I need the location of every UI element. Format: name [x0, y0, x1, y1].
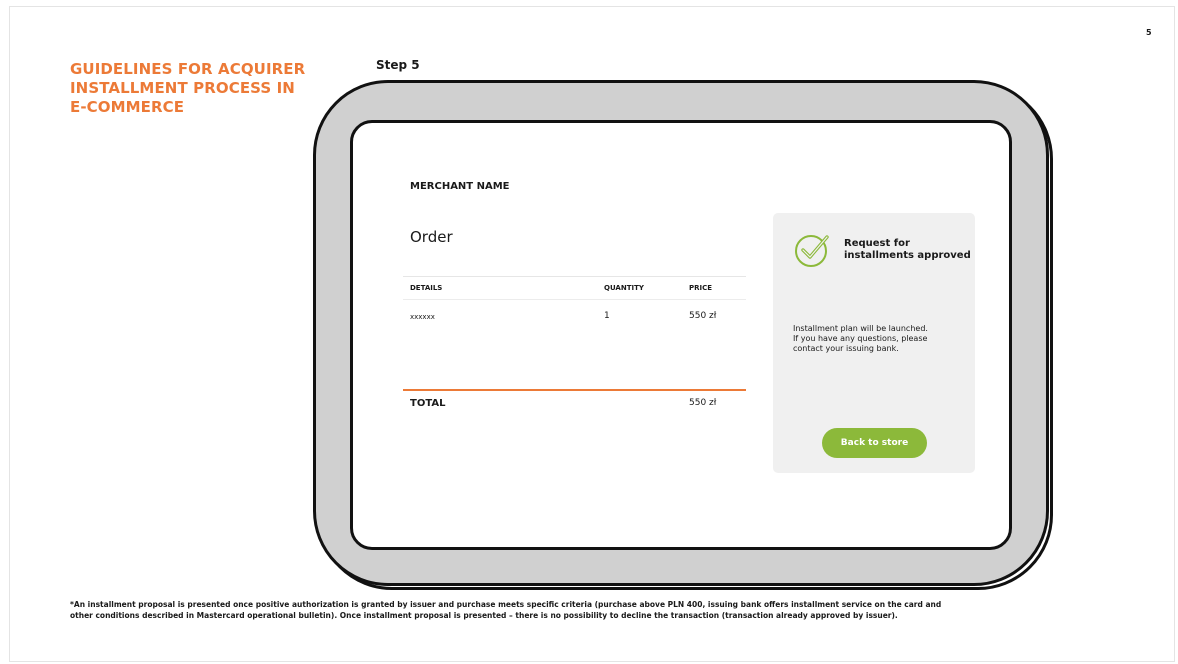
column-header-price: PRICE — [689, 284, 713, 292]
column-header-quantity: QUANTITY — [604, 284, 644, 292]
table-cell-quantity: 1 — [604, 311, 610, 321]
approval-title: Request for installments approved — [844, 238, 971, 261]
page-title: GUIDELINES FOR ACQUIRER INSTALLMENT PROC… — [70, 60, 306, 116]
total-value: 550 zł — [689, 398, 717, 408]
table-top-divider — [403, 276, 746, 277]
table-header-divider — [403, 299, 746, 300]
check-circle-icon — [795, 235, 829, 267]
back-to-store-button[interactable]: Back to store — [822, 428, 927, 458]
order-heading: Order — [410, 228, 453, 246]
column-header-details: DETAILS — [410, 284, 443, 292]
footnote: *An installment proposal is presented on… — [70, 600, 942, 620]
step-label: Step 5 — [376, 58, 420, 72]
merchant-name: MERCHANT NAME — [410, 181, 510, 192]
table-cell-price: 550 zł — [689, 311, 717, 321]
page-number: 5 — [1146, 28, 1152, 37]
table-cell-details: xxxxxx — [410, 313, 435, 321]
total-label: TOTAL — [410, 398, 446, 409]
total-divider — [403, 389, 746, 391]
approval-message: Installment plan will be launched. If yo… — [793, 324, 928, 353]
